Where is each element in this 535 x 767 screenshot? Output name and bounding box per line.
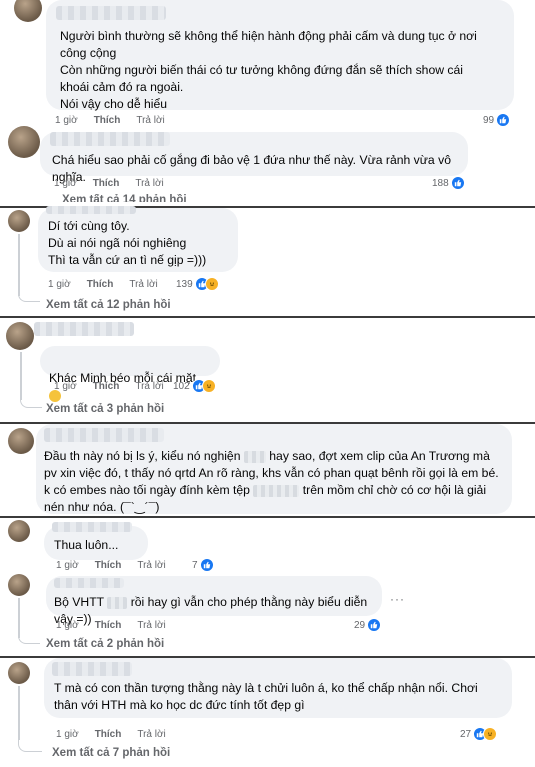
redacted-word	[107, 596, 128, 609]
comment-time[interactable]: 1 giờ	[48, 279, 71, 290]
commenter-name[interactable]	[46, 206, 136, 214]
commenter-name[interactable]	[50, 132, 170, 146]
reply-button[interactable]: Trả lời	[137, 560, 165, 571]
thread-elbow	[20, 394, 42, 408]
thread-line	[18, 234, 20, 296]
reaction-summary[interactable]: 102	[173, 379, 216, 393]
view-all-replies-link[interactable]: Xem tất cả 12 phản hồi	[46, 299, 171, 311]
comment-time[interactable]: 1 giờ	[55, 115, 78, 126]
comment-7: Bộ VHTT rồi hay gì vẫn cho phép thằng nà…	[0, 574, 535, 656]
comment-1: Người bình thường sẽ không thể hiện hành…	[0, 0, 535, 130]
comment-time[interactable]: 1 giờ	[54, 178, 77, 189]
like-button[interactable]: Thích	[93, 381, 120, 392]
avatar[interactable]	[8, 574, 30, 596]
redacted-word	[243, 450, 266, 463]
comment-time[interactable]: 1 giờ	[56, 729, 79, 740]
thread-line	[20, 352, 22, 400]
like-button[interactable]: Thích	[87, 279, 114, 290]
reply-button[interactable]: Trả lời	[136, 115, 164, 126]
comment-8: T mà có con thần tượng thằng này là t ch…	[0, 658, 535, 767]
like-button[interactable]: Thích	[94, 115, 121, 126]
reaction-summary[interactable]: 29	[354, 618, 382, 632]
reply-button[interactable]: Trả lời	[137, 620, 165, 631]
comment-text: Người bình thường sẽ không thể hiện hành…	[60, 29, 477, 111]
comment-4: Khác Minh béo mỗi cái mặt 1 giờ Thích Tr…	[0, 318, 535, 422]
thread-elbow	[18, 630, 40, 644]
reaction-count: 102	[173, 380, 190, 392]
avatar[interactable]	[8, 126, 40, 158]
comment-time[interactable]: 1 giờ	[54, 381, 77, 392]
haha-reaction-icon	[204, 277, 219, 291]
like-reaction-icon	[367, 618, 382, 632]
comment-time[interactable]: 1 giờ	[56, 560, 79, 571]
thread-elbow	[18, 288, 40, 302]
avatar[interactable]	[14, 0, 42, 22]
reply-button[interactable]: Trả lời	[135, 381, 163, 392]
comment-actions: 1 giờ Thích Trả lời	[56, 560, 166, 571]
reaction-summary[interactable]: 27	[460, 727, 498, 741]
comment-actions: 1 giờ Thích Trả lời	[48, 279, 158, 290]
avatar[interactable]	[8, 210, 30, 232]
thread-line	[18, 686, 20, 740]
comment-5: Đầu th này nó bị ls ý, kiểu nó nghiện ha…	[0, 424, 535, 516]
reaction-count: 188	[432, 177, 449, 189]
avatar[interactable]	[8, 428, 34, 454]
commenter-name[interactable]	[44, 428, 164, 442]
reaction-count: 27	[460, 728, 472, 740]
avatar[interactable]	[6, 322, 34, 350]
commenter-name[interactable]	[54, 578, 124, 588]
comment-actions: 1 giờ Thích Trả lời	[54, 381, 164, 392]
reaction-summary[interactable]: 7	[192, 558, 214, 572]
comment-time[interactable]: 1 giờ	[56, 620, 79, 631]
comment-text: Thua luôn...	[54, 538, 119, 552]
like-button[interactable]: Thích	[95, 620, 122, 631]
view-all-replies-link[interactable]: Xem tất cả 3 phản hồi	[46, 403, 164, 415]
haha-reaction-icon	[201, 379, 216, 393]
like-reaction-icon	[450, 176, 465, 190]
reply-button[interactable]: Trả lời	[135, 178, 163, 189]
redacted-word	[253, 484, 300, 497]
view-all-replies-link[interactable]: Xem tất cả 14 phản hồi	[62, 194, 187, 202]
comment-actions: 1 giờ Thích Trả lời	[56, 729, 166, 740]
haha-reaction-icon	[483, 727, 498, 741]
comment-6: Thua luôn... 1 giờ Thích Trả lời 7	[0, 518, 535, 574]
thread-elbow	[18, 734, 42, 752]
view-all-replies-link[interactable]: Xem tất cả 2 phản hồi	[46, 638, 164, 650]
comment-3: Dí tới cùng tôy. Dù ai nói ngã nói nghiê…	[0, 206, 535, 316]
reaction-count: 29	[354, 619, 366, 631]
commenter-name[interactable]	[34, 322, 134, 336]
view-all-replies-link[interactable]: Xem tất cả 7 phản hồi	[52, 747, 170, 759]
avatar[interactable]	[8, 662, 30, 684]
reaction-summary[interactable]: 139	[176, 277, 219, 291]
like-button[interactable]: Thích	[95, 729, 122, 740]
reaction-count: 139	[176, 278, 193, 290]
commenter-name[interactable]	[52, 662, 132, 676]
like-reaction-icon	[496, 113, 511, 127]
reaction-summary[interactable]: 99	[483, 113, 511, 127]
comment-actions: 1 giờ Thích Trả lời	[54, 178, 164, 189]
reaction-count: 7	[192, 559, 198, 571]
reaction-summary[interactable]: 188	[432, 176, 465, 190]
more-options-button[interactable]: ···	[390, 592, 405, 606]
comment-text: Đầu th này nó bị ls ý, kiểu nó nghiện ha…	[44, 449, 499, 514]
reaction-count: 99	[483, 114, 495, 126]
avatar[interactable]	[8, 520, 30, 542]
commenter-name[interactable]	[52, 522, 132, 532]
comment-2: Chá hiểu sao phải cố gắng đi bảo vệ 1 đứ…	[0, 126, 535, 206]
like-reaction-icon	[199, 558, 214, 572]
comment-actions: 1 giờ Thích Trả lời	[55, 115, 165, 126]
like-button[interactable]: Thích	[95, 560, 122, 571]
comment-text: T mà có con thần tượng thằng này là t ch…	[54, 681, 478, 712]
commenter-name[interactable]	[56, 6, 166, 20]
reply-button[interactable]: Trả lời	[137, 729, 165, 740]
like-button[interactable]: Thích	[93, 178, 120, 189]
comment-actions: 1 giờ Thích Trả lời	[56, 620, 166, 631]
comment-text: Dí tới cùng tôy. Dù ai nói ngã nói nghiê…	[48, 219, 207, 267]
reply-button[interactable]: Trả lời	[129, 279, 157, 290]
